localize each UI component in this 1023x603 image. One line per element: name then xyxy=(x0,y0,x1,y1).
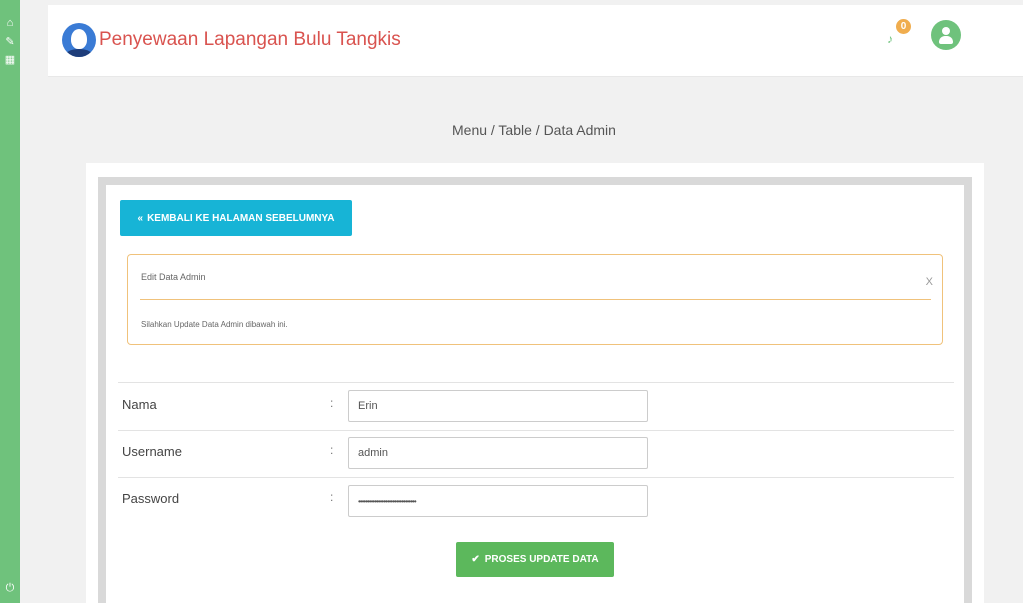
form-separator: : xyxy=(330,396,334,410)
double-chevron-left-icon: « xyxy=(137,212,144,224)
submit-update-button[interactable]: ✔ PROSES UPDATE DATA xyxy=(456,542,614,577)
user-icon-body xyxy=(939,36,953,44)
back-button[interactable]: « KEMBALI KE HALAMAN SEBELUMNYA xyxy=(120,200,352,236)
password-input[interactable] xyxy=(348,485,648,517)
app-title: Penyewaan Lapangan Bulu Tangkis xyxy=(99,29,401,50)
alert-divider xyxy=(140,299,931,300)
alert-message: Silahkan Update Data Admin dibawah ini. xyxy=(141,320,288,329)
home-icon[interactable]: ⌂ xyxy=(0,14,20,32)
form-separator: : xyxy=(330,490,334,504)
username-input[interactable] xyxy=(348,437,648,469)
user-icon-head xyxy=(942,27,950,35)
form-label-nama: Nama xyxy=(122,397,157,412)
form-label-password: Password xyxy=(122,491,180,506)
alert-box: Edit Data Admin X Silahkan Update Data A… xyxy=(127,254,943,345)
top-header: Penyewaan Lapangan Bulu Tangkis xyxy=(48,5,1023,77)
bell-icon[interactable]: ♪ xyxy=(887,32,899,46)
app-logo xyxy=(62,23,96,57)
back-button-label: KEMBALI KE HALAMAN SEBELUMNYA xyxy=(147,212,335,224)
checkmark-icon: ✔ xyxy=(471,554,480,565)
form-divider xyxy=(118,477,954,478)
nama-input[interactable] xyxy=(348,390,648,422)
logo-shoulders xyxy=(65,49,93,57)
form-divider xyxy=(118,430,954,431)
form-divider xyxy=(118,382,954,383)
power-icon[interactable]: ⏻ xyxy=(0,579,20,597)
sidebar: ⌂ ✎ ▦ ⏻ xyxy=(0,0,20,603)
logo-face xyxy=(71,29,87,49)
form-label-username: Username xyxy=(122,444,182,459)
submit-button-label: PROSES UPDATE DATA xyxy=(484,554,599,565)
calendar-icon[interactable]: ▦ xyxy=(0,50,20,68)
alert-title: Edit Data Admin xyxy=(141,272,206,282)
breadcrumb: Menu / Table / Data Admin xyxy=(452,122,616,138)
close-icon[interactable]: X xyxy=(926,276,933,288)
notification-badge: 0 xyxy=(896,19,911,34)
form-separator: : xyxy=(330,443,334,457)
user-avatar[interactable] xyxy=(931,20,961,50)
edit-icon[interactable]: ✎ xyxy=(0,32,20,50)
